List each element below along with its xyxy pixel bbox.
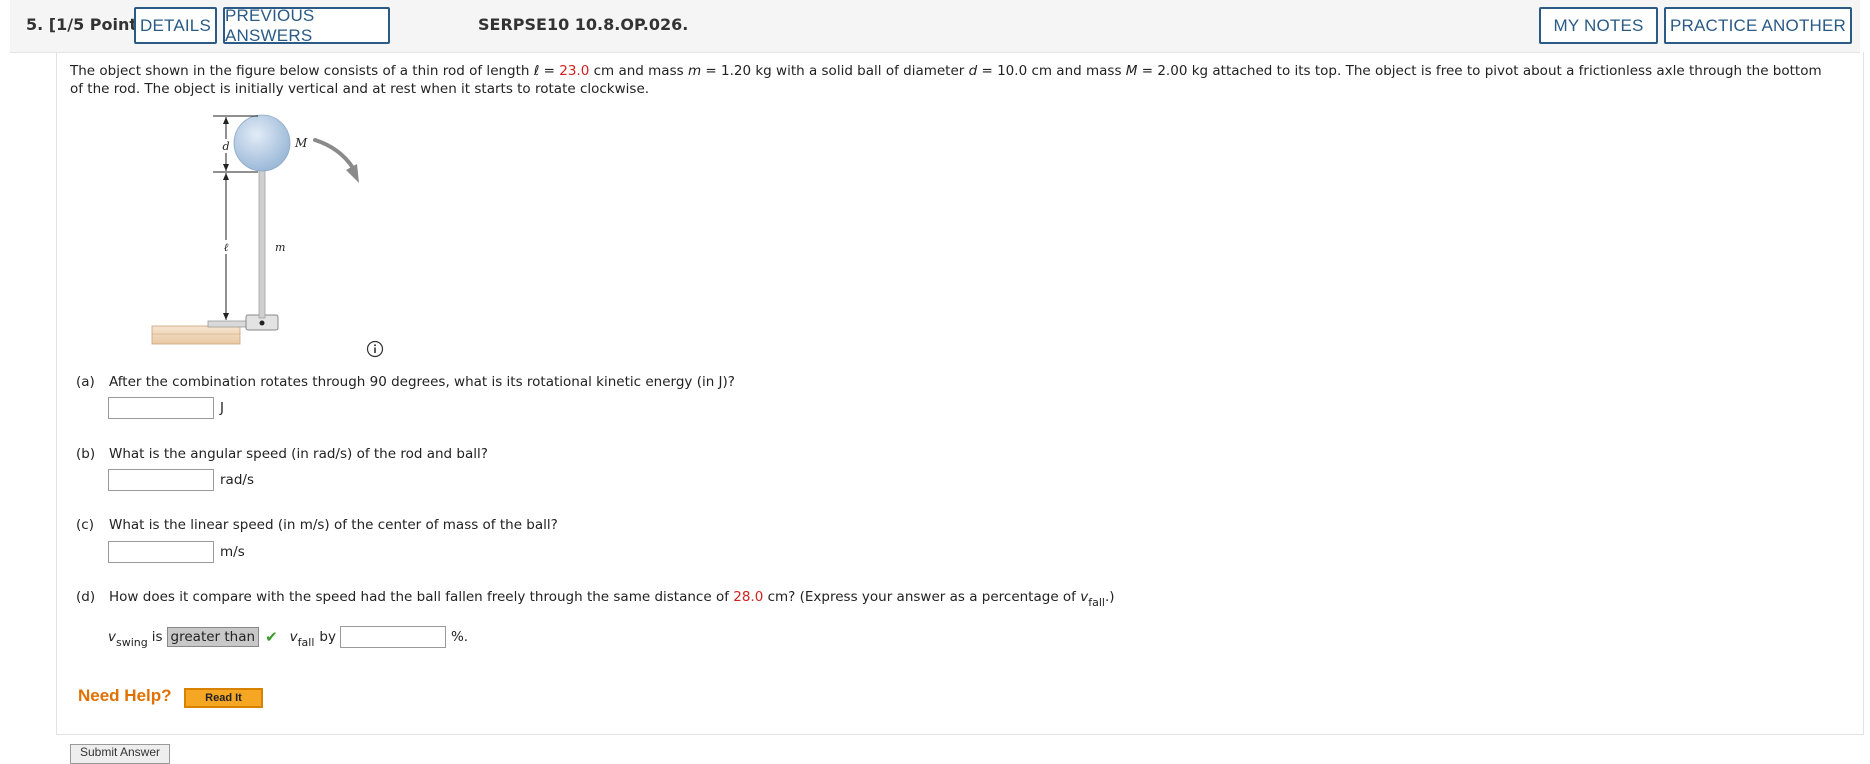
question-header: 5. [1/5 Points] DETAILS PREVIOUS ANSWERS… [10, 0, 1860, 53]
part-a-answer-row: J [108, 397, 224, 419]
part-d-answer-row: v swing is greater than ✔ v fall by %. [108, 624, 468, 650]
swing-subscript: swing [116, 635, 148, 649]
problem-code: SERPSE10 10.8.OP.026. [478, 15, 689, 34]
problem-text: = 10.0 cm and mass [977, 63, 1126, 79]
label-ell: ℓ [224, 241, 229, 254]
v-fall-symbol: v [289, 629, 298, 645]
part-a-unit: J [220, 400, 224, 416]
submit-answer-button[interactable]: Submit Answer [70, 744, 170, 764]
part-d-text: How does it compare with the speed had t… [109, 589, 734, 605]
part-c-text: What is the linear speed (in m/s) of the… [109, 517, 558, 533]
part-d-text: .) [1104, 589, 1115, 605]
part-a-answer-input[interactable] [108, 397, 214, 419]
correct-check-icon: ✔ [265, 628, 278, 646]
M-symbol: M [1125, 63, 1138, 79]
problem-text: = 1.20 kg with a solid ball of diameter [701, 63, 969, 79]
part-d-text: cm? (Express your answer as a percentage… [763, 589, 1081, 605]
fall-subscript: fall [297, 635, 315, 649]
is-text: is [151, 629, 163, 645]
label-m: m [275, 241, 285, 254]
length-value: 23.0 [559, 63, 590, 79]
rotation-arrow [313, 138, 355, 170]
my-notes-button[interactable]: MY NOTES [1539, 7, 1658, 44]
part-a-question: (a) After the combination rotates through… [76, 374, 735, 390]
footer-divider [184, 734, 1862, 735]
part-b-question: (b) What is the angular speed (in rad/s) … [76, 446, 488, 462]
label-M: M [294, 136, 308, 150]
details-button[interactable]: DETAILS [134, 7, 217, 44]
m-symbol: m [687, 63, 702, 79]
part-a-label: (a) [76, 374, 95, 390]
d-symbol: d [968, 63, 978, 79]
part-c-question: (c) What is the linear speed (in m/s) of … [76, 517, 558, 533]
v-swing-symbol: v [108, 629, 116, 645]
problem-text: The object shown in the figure below con… [70, 63, 534, 79]
label-d: d [222, 140, 229, 153]
ball [233, 114, 291, 172]
part-d-label: (d) [76, 589, 96, 605]
by-text: by [319, 629, 336, 645]
fall-distance-value: 28.0 [733, 589, 764, 605]
part-d-question: (d) How does it compare with the speed ha… [76, 589, 1115, 609]
problem-text: = [539, 63, 560, 79]
comparison-dropdown[interactable]: greater than [166, 627, 260, 647]
part-a-text: After the combination rotates through 90… [109, 374, 735, 390]
info-icon[interactable] [366, 340, 384, 358]
part-c-answer-row: m/s [108, 541, 245, 563]
part-b-label: (b) [76, 446, 96, 462]
read-it-button[interactable]: Read It [184, 688, 263, 708]
part-d-unit: %. [450, 629, 469, 645]
part-b-unit: rad/s [220, 472, 254, 488]
part-b-text: What is the angular speed (in rad/s) of … [109, 446, 488, 462]
part-c-answer-input[interactable] [108, 541, 214, 563]
practice-another-button[interactable]: PRACTICE ANOTHER [1664, 7, 1852, 44]
base-platform [151, 325, 241, 345]
pivot-axle-dot [259, 320, 265, 326]
part-b-answer-row: rad/s [108, 469, 254, 491]
rod-ball-figure: d ℓ m M [151, 114, 359, 345]
part-b-answer-input[interactable] [108, 469, 214, 491]
fall-subscript: fall [1088, 596, 1105, 609]
rod [258, 167, 266, 319]
previous-answers-button[interactable]: PREVIOUS ANSWERS [223, 6, 390, 45]
need-help-label: Need Help? [78, 686, 172, 705]
problem-text: cm and mass [589, 63, 688, 79]
part-c-unit: m/s [220, 544, 245, 560]
part-c-label: (c) [76, 517, 94, 533]
part-d-answer-input[interactable] [339, 626, 446, 648]
problem-statement: The object shown in the figure below con… [70, 62, 1830, 98]
